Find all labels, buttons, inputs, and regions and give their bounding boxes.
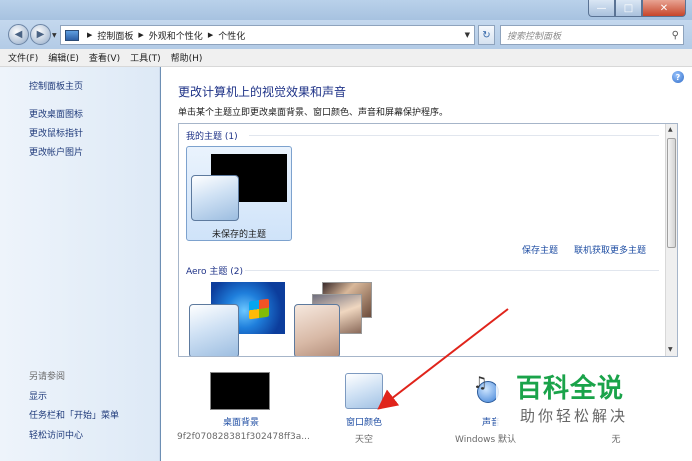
see-also-ease-of-access[interactable]: 轻松访问中心 — [29, 428, 83, 441]
page-title: 更改计算机上的视觉效果和声音 — [178, 85, 347, 99]
screensaver-value: 无 — [611, 435, 621, 445]
address-dropdown-icon[interactable]: ▼ — [465, 31, 470, 39]
theme-architecture[interactable] — [294, 282, 374, 356]
theme-gallery: 我的主题 (1) 未保存的主题 保存主题 联机获取更多主题 Aero 主题 (2… — [178, 123, 678, 357]
menu-tools[interactable]: 工具(T) — [130, 51, 161, 64]
back-arrow-icon: ◀ — [14, 29, 23, 40]
page-description: 单击某个主题立即更改桌面背景、窗口颜色、声音和屏幕保护程序。 — [178, 108, 449, 118]
maximize-button[interactable]: □ — [615, 0, 642, 17]
back-button[interactable]: ◀ — [8, 24, 29, 45]
breadcrumb-personalization[interactable]: 个性化 — [218, 29, 245, 42]
menu-bar: 文件(F) 编辑(E) 查看(V) 工具(T) 帮助(H) — [0, 49, 692, 67]
breadcrumb-chevron-icon[interactable]: ▶ — [208, 31, 213, 39]
title-bar: — □ ✕ — [0, 0, 692, 20]
gallery-scrollbar[interactable]: ▲ ▼ — [665, 124, 677, 356]
scroll-up-icon[interactable]: ▲ — [668, 126, 673, 133]
search-placeholder: 搜索控制面板 — [507, 31, 562, 42]
forward-arrow-icon: ▶ — [36, 29, 45, 40]
group-divider — [249, 135, 659, 136]
breadcrumb-appearance[interactable]: 外观和个性化 ▶ — [149, 29, 218, 42]
sidebar-item-control-panel-home[interactable]: 控制面板主页 — [29, 79, 83, 92]
desktop-background-label[interactable]: 桌面背景 — [171, 415, 311, 428]
window-color-setting[interactable]: 窗口颜色 天空 — [331, 370, 397, 450]
screensaver-setting[interactable]: 无 — [601, 432, 631, 446]
maximize-icon: □ — [623, 2, 634, 14]
minimize-icon: — — [596, 2, 607, 14]
theme-window-color-thumbnail — [189, 304, 239, 356]
see-also-heading: 另请参阅 — [29, 372, 66, 382]
refresh-icon: ↻ — [482, 29, 491, 41]
search-input[interactable]: 搜索控制面板 ⚲ — [500, 25, 684, 45]
windows-logo-icon — [249, 298, 269, 320]
theme-unsaved[interactable]: 未保存的主题 — [186, 146, 292, 241]
menu-help[interactable]: 帮助(H) — [171, 51, 203, 64]
search-icon[interactable]: ⚲ — [672, 30, 679, 41]
theme-window-color-thumbnail — [191, 175, 239, 221]
sidebar-item-mouse-pointer[interactable]: 更改鼠标指针 — [29, 126, 83, 139]
close-button[interactable]: ✕ — [642, 0, 686, 17]
close-icon: ✕ — [659, 2, 669, 14]
desktop-background-setting[interactable]: 桌面背景 9f2f070828381f302478ff3a... — [171, 370, 311, 450]
group-header-my-themes[interactable]: 我的主题 (1) — [186, 129, 238, 142]
theme-windows7[interactable] — [189, 282, 285, 356]
sidebar-item-desktop-icons[interactable]: 更改桌面图标 — [29, 107, 83, 120]
see-also-taskbar[interactable]: 任务栏和「开始」菜单 — [29, 408, 119, 421]
sidebar: 控制面板主页 更改桌面图标 更改鼠标指针 更改帐户图片 另请参阅 显示 任务栏和… — [0, 67, 160, 461]
forward-button[interactable]: ▶ — [30, 24, 51, 45]
window-controls: — □ ✕ — [588, 0, 686, 17]
window-color-label[interactable]: 窗口颜色 — [331, 415, 397, 428]
desktop-background-thumbnail — [210, 372, 270, 410]
breadcrumb-chevron-icon[interactable]: ▶ — [138, 31, 143, 39]
get-more-themes-link[interactable]: 联机获取更多主题 — [574, 243, 646, 256]
scrollbar-thumb[interactable] — [667, 138, 676, 248]
group-header-aero-themes[interactable]: Aero 主题 (2) — [186, 264, 243, 277]
control-panel-icon — [65, 29, 79, 41]
menu-file[interactable]: 文件(F) — [8, 51, 38, 64]
watermark-subtitle: 助你轻松解决 — [520, 407, 629, 425]
help-icon[interactable]: ? — [672, 71, 684, 83]
window-color-value: 天空 — [354, 435, 373, 445]
see-also-display[interactable]: 显示 — [29, 389, 47, 402]
menu-view[interactable]: 查看(V) — [89, 51, 120, 64]
save-theme-link[interactable]: 保存主题 — [522, 243, 558, 256]
refresh-button[interactable]: ↻ — [478, 25, 495, 45]
group-divider — [245, 270, 659, 271]
scroll-down-icon[interactable]: ▼ — [668, 346, 673, 353]
theme-actions: 保存主题 联机获取更多主题 — [522, 243, 646, 256]
address-row: ◀ ▶ ▼ ▶ 控制面板 ▶ 外观和个性化 ▶ 个性化 ▼ ↻ 搜索控制面板 ⚲ — [0, 20, 692, 49]
recent-pages-dropdown-icon[interactable]: ▼ — [52, 32, 57, 39]
theme-window-color-thumbnail — [294, 304, 340, 356]
desktop-background-value: 9f2f070828381f302478ff3a... — [177, 432, 310, 442]
menu-edit[interactable]: 编辑(E) — [48, 51, 79, 64]
theme-unsaved-label: 未保存的主题 — [211, 230, 266, 240]
sidebar-item-account-picture[interactable]: 更改帐户图片 — [29, 145, 83, 158]
watermark: 百科全说 助你轻松解决 — [496, 366, 692, 428]
breadcrumb-control-panel[interactable]: 控制面板 ▶ — [97, 29, 148, 42]
window-color-thumbnail — [345, 373, 383, 409]
sound-value: Windows 默认 — [455, 435, 517, 445]
breadcrumb-chevron-icon[interactable]: ▶ — [87, 31, 92, 39]
address-bar[interactable]: ▶ 控制面板 ▶ 外观和个性化 ▶ 个性化 ▼ — [60, 25, 475, 45]
watermark-title: 百科全说 — [516, 374, 625, 404]
minimize-button[interactable]: — — [588, 0, 615, 17]
